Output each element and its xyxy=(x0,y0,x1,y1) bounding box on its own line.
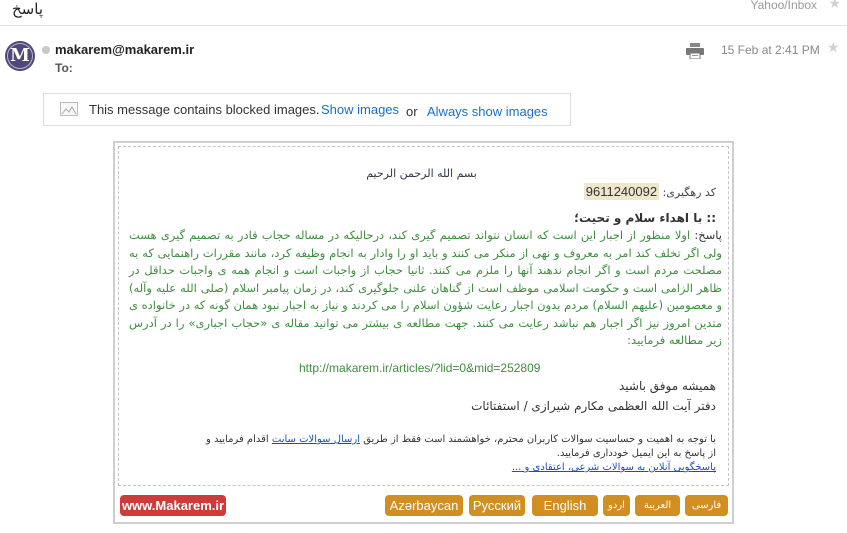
notice-paragraph: با توجه به اهمیت و حساسیت سوالات کاربران… xyxy=(196,433,716,475)
lang-russian-button[interactable]: Русский xyxy=(469,495,525,516)
office-signature: دفتر آیت الله العظمی مکارم شیرازی / استف… xyxy=(471,399,716,413)
lang-english-button[interactable]: English xyxy=(532,495,598,516)
message-datetime: 15 Feb at 2:41 PM xyxy=(721,43,820,57)
presence-dot-icon xyxy=(42,46,50,54)
greeting-line: :: با اهداء سلام و تحیت؛ xyxy=(574,211,716,225)
tracking-label: کد رهگیری: xyxy=(662,186,716,199)
or-text: or xyxy=(406,104,418,119)
star-icon[interactable]: ★ xyxy=(828,0,841,12)
article-url[interactable]: http://makarem.ir/articles/?lid=0&mid=25… xyxy=(299,361,540,375)
closing-wish: همیشه موفق باشید xyxy=(619,379,716,393)
blocked-images-text: This message contains blocked images. xyxy=(89,102,320,117)
print-icon[interactable] xyxy=(686,43,704,59)
tracking-code: 9611240092 xyxy=(583,183,660,200)
email-subject: پاسخ xyxy=(12,0,43,18)
blocked-images-bar: This message contains blocked images. Sh… xyxy=(43,93,571,126)
submit-questions-link[interactable]: ارسال سوالات سایت xyxy=(272,434,360,445)
sender-address[interactable]: makarem@makarem.ir xyxy=(55,42,194,57)
always-show-images-link[interactable]: Always show images xyxy=(427,104,548,119)
folder-breadcrumb[interactable]: Yahoo/Inbox xyxy=(751,0,818,12)
star-message-icon[interactable]: ★ xyxy=(827,40,840,56)
online-answers-link[interactable]: پاسخگویی آنلاین به سوالات شرعی، اعتقادی … xyxy=(512,462,716,473)
lang-farsi-button[interactable]: فارسی xyxy=(685,495,728,516)
email-content-box: بسم الله الرحمن الرحیم کد رهگیری: 961124… xyxy=(118,146,729,486)
show-images-link[interactable]: Show images xyxy=(321,102,399,117)
lang-azerbaijani-button[interactable]: Azərbaycan xyxy=(385,495,463,516)
image-placeholder-icon xyxy=(60,102,78,116)
answer-label: پاسخ: xyxy=(694,228,722,242)
lang-urdu-button[interactable]: اردو xyxy=(603,495,630,516)
answer-paragraph: پاسخ: اولا منظور از اجبار این است که انس… xyxy=(129,227,722,350)
avatar-letter: M xyxy=(10,45,30,66)
basmala-heading: بسم الله الرحمن الرحیم xyxy=(366,167,477,180)
sender-avatar[interactable]: M xyxy=(5,41,35,71)
email-body-frame: بسم الله الرحمن الرحیم کد رهگیری: 961124… xyxy=(113,141,734,524)
notice-text-1: با توجه به اهمیت و حساسیت سوالات کاربران… xyxy=(363,434,716,445)
to-label: To: xyxy=(55,61,73,75)
lang-arabic-button[interactable]: العربية xyxy=(635,495,680,516)
answer-text: اولا منظور از اجبار این است که انسان نتو… xyxy=(129,228,722,347)
header-divider xyxy=(0,25,847,26)
tracking-code-line: کد رهگیری: 9611240092 xyxy=(583,183,716,200)
site-link-button[interactable]: www.Makarem.ir xyxy=(120,495,226,516)
